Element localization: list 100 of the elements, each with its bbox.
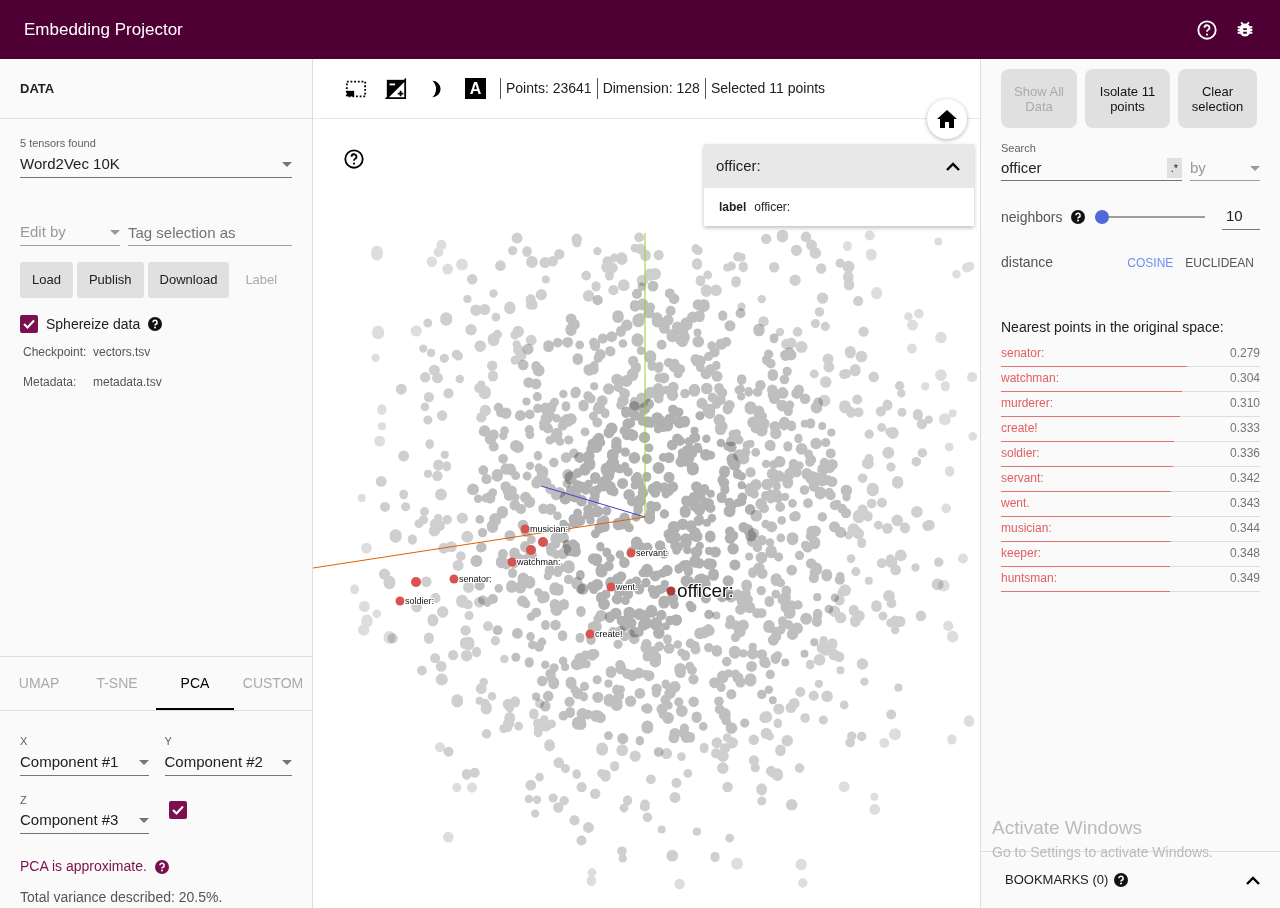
chevron-icon[interactable] — [1246, 875, 1260, 885]
notice-title: Activate Windows — [992, 815, 1143, 840]
point-label: servant: — [636, 548, 668, 558]
field-key: label — [719, 200, 747, 214]
file-key: Checkpoint: — [23, 342, 89, 361]
regex-toggle[interactable]: .* — [1166, 158, 1182, 178]
neighbor-row[interactable]: create! 0.333 — [1001, 417, 1260, 442]
section-title: DATA — [20, 79, 55, 98]
data-point[interactable] — [666, 586, 676, 596]
caret-icon — [139, 818, 149, 823]
field-label: Search — [1001, 141, 1037, 156]
data-point[interactable] — [538, 537, 548, 547]
caret-icon — [282, 759, 292, 765]
data-point[interactable] — [507, 557, 517, 567]
data-point[interactable] — [395, 596, 405, 606]
component-dropdown[interactable]: Component #3 — [20, 808, 149, 834]
help-icon[interactable] — [154, 859, 169, 874]
neighbor-distance: 0.333 — [1229, 420, 1260, 437]
chevron-icon[interactable] — [946, 161, 960, 171]
neighbor-row[interactable]: huntsman: 0.349 — [1001, 567, 1260, 592]
neighbor-row[interactable]: keeper: 0.348 — [1001, 542, 1260, 567]
night-mode-icon[interactable] — [385, 77, 407, 100]
search-field[interactable]: officer .* — [1001, 156, 1182, 181]
neighbors-input[interactable]: 10 — [1222, 204, 1260, 230]
help-icon[interactable] — [343, 148, 365, 170]
neighbor-label: soldier: — [1001, 445, 1040, 462]
home-button[interactable] — [927, 99, 967, 139]
data-point[interactable] — [520, 524, 530, 534]
point-label: officer: — [677, 580, 734, 601]
data-point[interactable] — [606, 582, 616, 592]
letter-toggle[interactable]: A — [465, 78, 486, 99]
point-label: went. — [616, 582, 638, 592]
neighbor-row[interactable]: went. 0.343 — [1001, 492, 1260, 517]
neighbor-row[interactable]: senator: 0.279 — [1001, 342, 1260, 367]
point-label: soldier: — [405, 596, 434, 606]
neighbor-row[interactable]: watchman: 0.304 — [1001, 367, 1260, 392]
neighbor-label: servant: — [1001, 470, 1044, 487]
variance-text: Total variance described: 20.5%. — [20, 888, 224, 907]
projection-tab[interactable]: PCA — [156, 657, 234, 710]
action-button[interactable]: Download — [147, 261, 230, 298]
neighbor-distance: 0.344 — [1229, 520, 1260, 537]
tag-input[interactable]: Tag selection as — [128, 219, 292, 246]
component-dropdown[interactable]: Component #1 — [20, 749, 149, 776]
point-label: senator: — [459, 574, 492, 584]
point-label: musician: — [530, 524, 568, 534]
neighbor-distance: 0.343 — [1229, 495, 1260, 512]
checkbox[interactable] — [169, 800, 187, 819]
neighbor-row[interactable]: murderer: 0.310 — [1001, 392, 1260, 417]
axis-label: Z — [20, 792, 28, 808]
neighbors-label: neighbors — [1001, 207, 1063, 227]
help-icon[interactable] — [1114, 873, 1129, 887]
point-label: create! — [595, 629, 623, 639]
neighbor-label: huntsman: — [1001, 570, 1058, 587]
neighbor-label: murderer: — [1001, 395, 1053, 412]
neighbor-row[interactable]: musician: 0.344 — [1001, 517, 1260, 542]
neighbor-row[interactable]: soldier: 0.336 — [1001, 442, 1260, 467]
field-label: 5 tensors found — [20, 136, 97, 151]
neighbor-distance: 0.310 — [1229, 395, 1260, 412]
file-name: metadata.tsv — [93, 373, 162, 391]
action-button[interactable]: Load — [20, 261, 73, 298]
distance-option[interactable]: COSINE — [1121, 253, 1180, 272]
stat-text: Dimension: 128 — [596, 78, 705, 99]
by-dropdown[interactable]: by — [1190, 156, 1260, 181]
neighbor-distance: 0.279 — [1229, 345, 1260, 362]
data-point[interactable] — [449, 574, 459, 584]
data-point[interactable] — [526, 545, 536, 555]
checkbox[interactable] — [20, 315, 38, 333]
neighbor-distance: 0.348 — [1229, 545, 1260, 562]
file-key: Metadata: — [23, 372, 89, 391]
stat-text: Points: 23641 — [500, 78, 597, 99]
tensor-dropdown[interactable]: Word2Vec 10K — [20, 151, 292, 178]
component-dropdown[interactable]: Component #2 — [164, 749, 292, 776]
axis-label: Y — [164, 734, 173, 749]
axis-label: X — [20, 734, 29, 749]
data-point[interactable] — [585, 629, 595, 639]
neighbor-row[interactable]: servant: 0.342 — [1001, 467, 1260, 492]
edit-by-dropdown[interactable]: Edit by — [20, 219, 120, 246]
slider-thumb[interactable] — [1094, 210, 1109, 225]
neighbor-distance: 0.304 — [1229, 370, 1260, 387]
neighbor-label: senator: — [1001, 345, 1045, 362]
point-label: watchman: — [517, 557, 561, 567]
file-name: vectors.tsv — [93, 343, 151, 361]
action-button[interactable]: Publish — [76, 261, 144, 298]
action-button[interactable]: Isolate 11 points — [1085, 69, 1170, 128]
stat-text: Selected 11 points — [704, 78, 831, 99]
caret-icon — [138, 759, 149, 765]
caret-icon — [1250, 165, 1260, 171]
neighbor-label: create! — [1001, 420, 1038, 437]
help-icon[interactable] — [1070, 210, 1085, 225]
help-icon[interactable] — [148, 317, 163, 331]
card-header[interactable]: officer: — [704, 144, 974, 188]
bookmarks-title[interactable]: BOOKMARKS (0) — [1005, 870, 1109, 890]
data-point[interactable] — [626, 548, 636, 558]
action-button[interactable]: Clear selection — [1178, 69, 1257, 128]
field-value: officer: — [754, 200, 791, 214]
data-point[interactable] — [411, 577, 421, 587]
caret-icon — [282, 161, 292, 167]
neighbor-distance: 0.342 — [1229, 470, 1260, 487]
checkbox-label: Sphereize data — [46, 314, 141, 334]
distance-option[interactable]: EUCLIDEAN — [1179, 253, 1260, 272]
